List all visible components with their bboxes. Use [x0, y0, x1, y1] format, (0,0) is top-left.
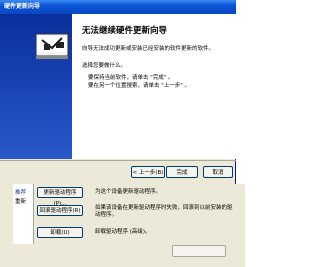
properties-footer-button[interactable] — [172, 245, 226, 257]
update-driver-description: 为这个设备更新驱动程序。 — [95, 189, 162, 195]
tab-recommended[interactable]: 推荐 — [15, 188, 26, 196]
wizard-button-row: < 上一步(B) 完成 取消 — [0, 160, 236, 185]
wizard-side-panel — [0, 14, 72, 159]
wizard-titlebar[interactable]: 硬件更新向导 — [0, 0, 236, 14]
rollback-driver-button[interactable]: 回滚驱动程序(R) — [37, 205, 83, 216]
hardware-icon — [35, 33, 69, 59]
finish-button[interactable]: 完成 — [166, 166, 198, 178]
wizard-heading: 无法继续硬件更新向导 — [82, 26, 168, 36]
wizard-instruction: 选择您要做什么。 — [82, 63, 127, 69]
hardware-update-wizard: 硬件更新向导 无法继续硬件更新向导 向导无法成功更新或安装已经安装的软件更新的软… — [0, 0, 236, 184]
wizard-message: 向导无法成功更新或安装已经安装的软件更新的软件。 — [82, 46, 215, 52]
wizard-option-finish: 要保持当前软件，请单击 "完成" 。 — [88, 75, 174, 81]
tab-reset[interactable]: 重新 — [15, 197, 26, 205]
driver-properties-dialog: 推荐 重新 更新驱动程序(P)... 回滚驱动程序(R) 卸载(U) 为这个设备… — [0, 184, 245, 267]
uninstall-driver-button[interactable]: 卸载(U) — [37, 227, 83, 238]
uninstall-driver-description: 卸载驱动程序 (高级)。 — [95, 229, 151, 235]
back-button[interactable]: < 上一步(B) — [131, 166, 165, 178]
cancel-button[interactable]: 取消 — [203, 166, 233, 178]
wizard-content: 无法继续硬件更新向导 向导无法成功更新或安装已经安装的软件更新的软件。 选择您要… — [0, 14, 236, 159]
rollback-driver-description: 如果该设备在更新驱动程序时失败，回滚到以前安装的驱动程序。 — [95, 205, 233, 218]
update-driver-button[interactable]: 更新驱动程序(P)... — [37, 187, 83, 207]
wizard-option-back: 要在另一个位置搜索，请单击 "上一步" 。 — [88, 83, 191, 89]
